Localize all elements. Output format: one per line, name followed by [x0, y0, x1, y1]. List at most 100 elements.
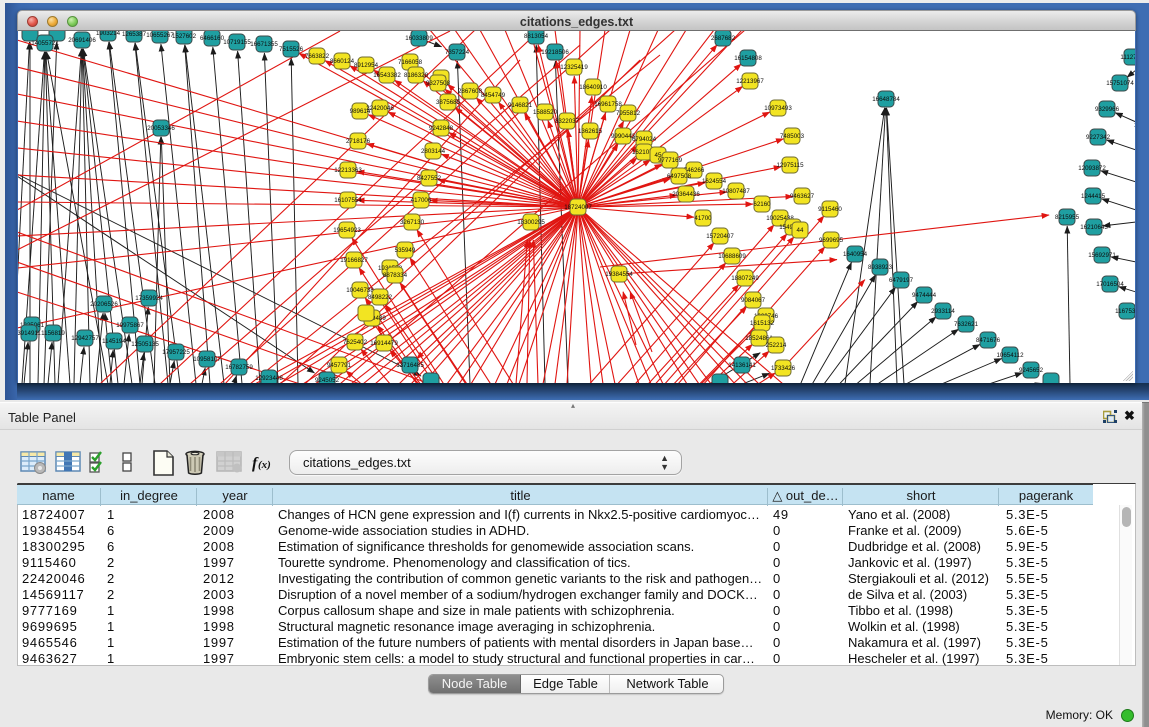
svg-text:12923448: 12923448 [255, 375, 283, 382]
svg-text:8813054: 8813054 [524, 33, 549, 40]
svg-text:10655267: 10655267 [146, 32, 174, 39]
svg-text:3267130: 3267130 [400, 219, 425, 226]
svg-text:6794024: 6794024 [632, 136, 657, 143]
svg-text:9245652: 9245652 [1019, 367, 1044, 374]
svg-text:1167532: 1167532 [1115, 308, 1135, 315]
svg-text:1112797: 1112797 [1120, 54, 1135, 61]
svg-text:20364436: 20364436 [672, 191, 700, 198]
svg-text:8912954: 8912954 [354, 62, 379, 69]
svg-text:16961758: 16961758 [594, 101, 622, 108]
svg-text:8498222: 8498222 [368, 294, 393, 301]
svg-text:15692971: 15692971 [1088, 252, 1116, 259]
svg-text:13716485: 13716485 [396, 362, 424, 369]
svg-text:1615132: 1615132 [750, 320, 775, 327]
svg-text:3914911: 3914911 [18, 330, 41, 337]
svg-text:9242848: 9242848 [429, 125, 454, 132]
svg-text:7166058: 7166058 [398, 59, 423, 66]
svg-text:18724007: 18724007 [564, 204, 592, 211]
svg-text:17016504: 17016504 [1096, 281, 1124, 288]
svg-text:17359924: 17359924 [135, 295, 163, 302]
svg-text:1640954: 1640954 [843, 251, 868, 258]
svg-text:12213967: 12213967 [736, 78, 764, 85]
svg-text:20206526: 20206526 [90, 301, 118, 308]
svg-text:22420046: 22420046 [366, 105, 394, 112]
svg-text:7485003: 7485003 [780, 133, 805, 140]
svg-text:12093872: 12093872 [1078, 165, 1106, 172]
svg-text:16154808: 16154808 [734, 55, 762, 62]
svg-text:20053346: 20053346 [147, 125, 175, 132]
svg-text:2867608: 2867608 [458, 88, 483, 95]
svg-text:9084067: 9084067 [741, 297, 766, 304]
svg-text:18640910: 18640910 [579, 84, 607, 91]
svg-text:7663822: 7663822 [305, 53, 330, 60]
svg-text:9227342: 9227342 [1086, 134, 1111, 141]
svg-text:9146821: 9146821 [508, 102, 533, 109]
svg-text:6479197: 6479197 [889, 277, 914, 284]
svg-text:41700: 41700 [694, 215, 712, 222]
svg-text:10807487: 10807487 [722, 188, 750, 195]
svg-text:8878334: 8878334 [383, 272, 408, 279]
svg-text:2933114: 2933114 [931, 308, 955, 315]
svg-text:1903214: 1903214 [96, 31, 121, 37]
svg-text:1588520: 1588520 [533, 109, 558, 116]
svg-text:8454749: 8454749 [481, 92, 506, 99]
svg-text:7357224: 7357224 [445, 49, 470, 56]
svg-text:14055721: 14055721 [31, 40, 59, 47]
svg-text:16210643: 16210643 [1080, 224, 1108, 231]
svg-text:44: 44 [797, 227, 804, 234]
svg-text:10719155: 10719155 [223, 39, 251, 46]
svg-text:8938923: 8938923 [868, 264, 893, 271]
svg-text:417006: 417006 [411, 197, 432, 204]
svg-text:16543382: 16543382 [373, 72, 401, 79]
svg-text:12942757: 12942757 [71, 335, 99, 342]
svg-text:(x): (x) [258, 459, 271, 471]
svg-text:8186328: 8186328 [404, 72, 429, 79]
svg-text:16671355: 16671355 [250, 41, 278, 48]
svg-text:19218506: 19218506 [541, 49, 569, 56]
svg-text:10046738: 10046738 [346, 287, 374, 294]
svg-text:2718176: 2718176 [346, 138, 371, 145]
svg-text:18300295: 18300295 [517, 219, 545, 226]
svg-text:62160: 62160 [753, 201, 771, 208]
svg-text:252214: 252214 [766, 342, 787, 349]
svg-text:8215955: 8215955 [1055, 214, 1080, 221]
svg-text:19166827: 19166827 [340, 257, 368, 264]
svg-text:7632621: 7632621 [954, 321, 979, 328]
svg-text:10688609: 10688609 [718, 253, 746, 260]
svg-text:16033809: 16033809 [405, 35, 433, 42]
svg-text:9699695: 9699695 [819, 237, 844, 244]
svg-text:9777169: 9777169 [658, 157, 683, 164]
svg-text:9329966: 9329966 [1095, 106, 1120, 113]
svg-text:118220: 118220 [1134, 122, 1135, 129]
svg-text:6497508: 6497508 [667, 173, 692, 180]
svg-text:15751074: 15751074 [1106, 80, 1134, 87]
svg-text:20691406: 20691406 [68, 37, 96, 44]
svg-text:7625402: 7625402 [343, 339, 368, 346]
svg-text:7955812: 7955812 [616, 110, 641, 117]
svg-text:1733426: 1733426 [771, 365, 796, 372]
svg-text:535949: 535949 [395, 247, 416, 254]
svg-text:1244415: 1244415 [1081, 193, 1106, 200]
svg-text:3875685: 3875685 [436, 99, 461, 106]
svg-text:7515526: 7515526 [279, 46, 304, 53]
svg-text:1145194: 1145194 [102, 338, 126, 345]
svg-text:6466160: 6466160 [200, 35, 225, 42]
svg-text:1624554: 1624554 [702, 178, 727, 185]
svg-text:9463627: 9463627 [790, 193, 815, 200]
svg-text:2803144: 2803144 [421, 148, 446, 155]
svg-text:10973493: 10973493 [764, 105, 792, 112]
svg-text:9115460: 9115460 [818, 206, 842, 213]
svg-text:1265387: 1265387 [122, 31, 147, 38]
svg-text:9245052: 9245052 [315, 377, 340, 383]
svg-text:9474444: 9474444 [912, 292, 937, 299]
svg-text:12975115: 12975115 [776, 162, 804, 169]
svg-text:17957225: 17957225 [162, 349, 190, 356]
svg-text:16782759: 16782759 [225, 364, 253, 371]
svg-text:16107554: 16107554 [334, 197, 362, 204]
svg-text:12505135: 12505135 [131, 341, 159, 348]
svg-text:8322037: 8322037 [555, 118, 580, 125]
svg-text:1156819: 1156819 [41, 330, 65, 337]
svg-text:12325419: 12325419 [560, 64, 588, 71]
svg-text:14136141: 14136141 [728, 362, 756, 369]
svg-text:9327508: 9327508 [426, 80, 451, 87]
